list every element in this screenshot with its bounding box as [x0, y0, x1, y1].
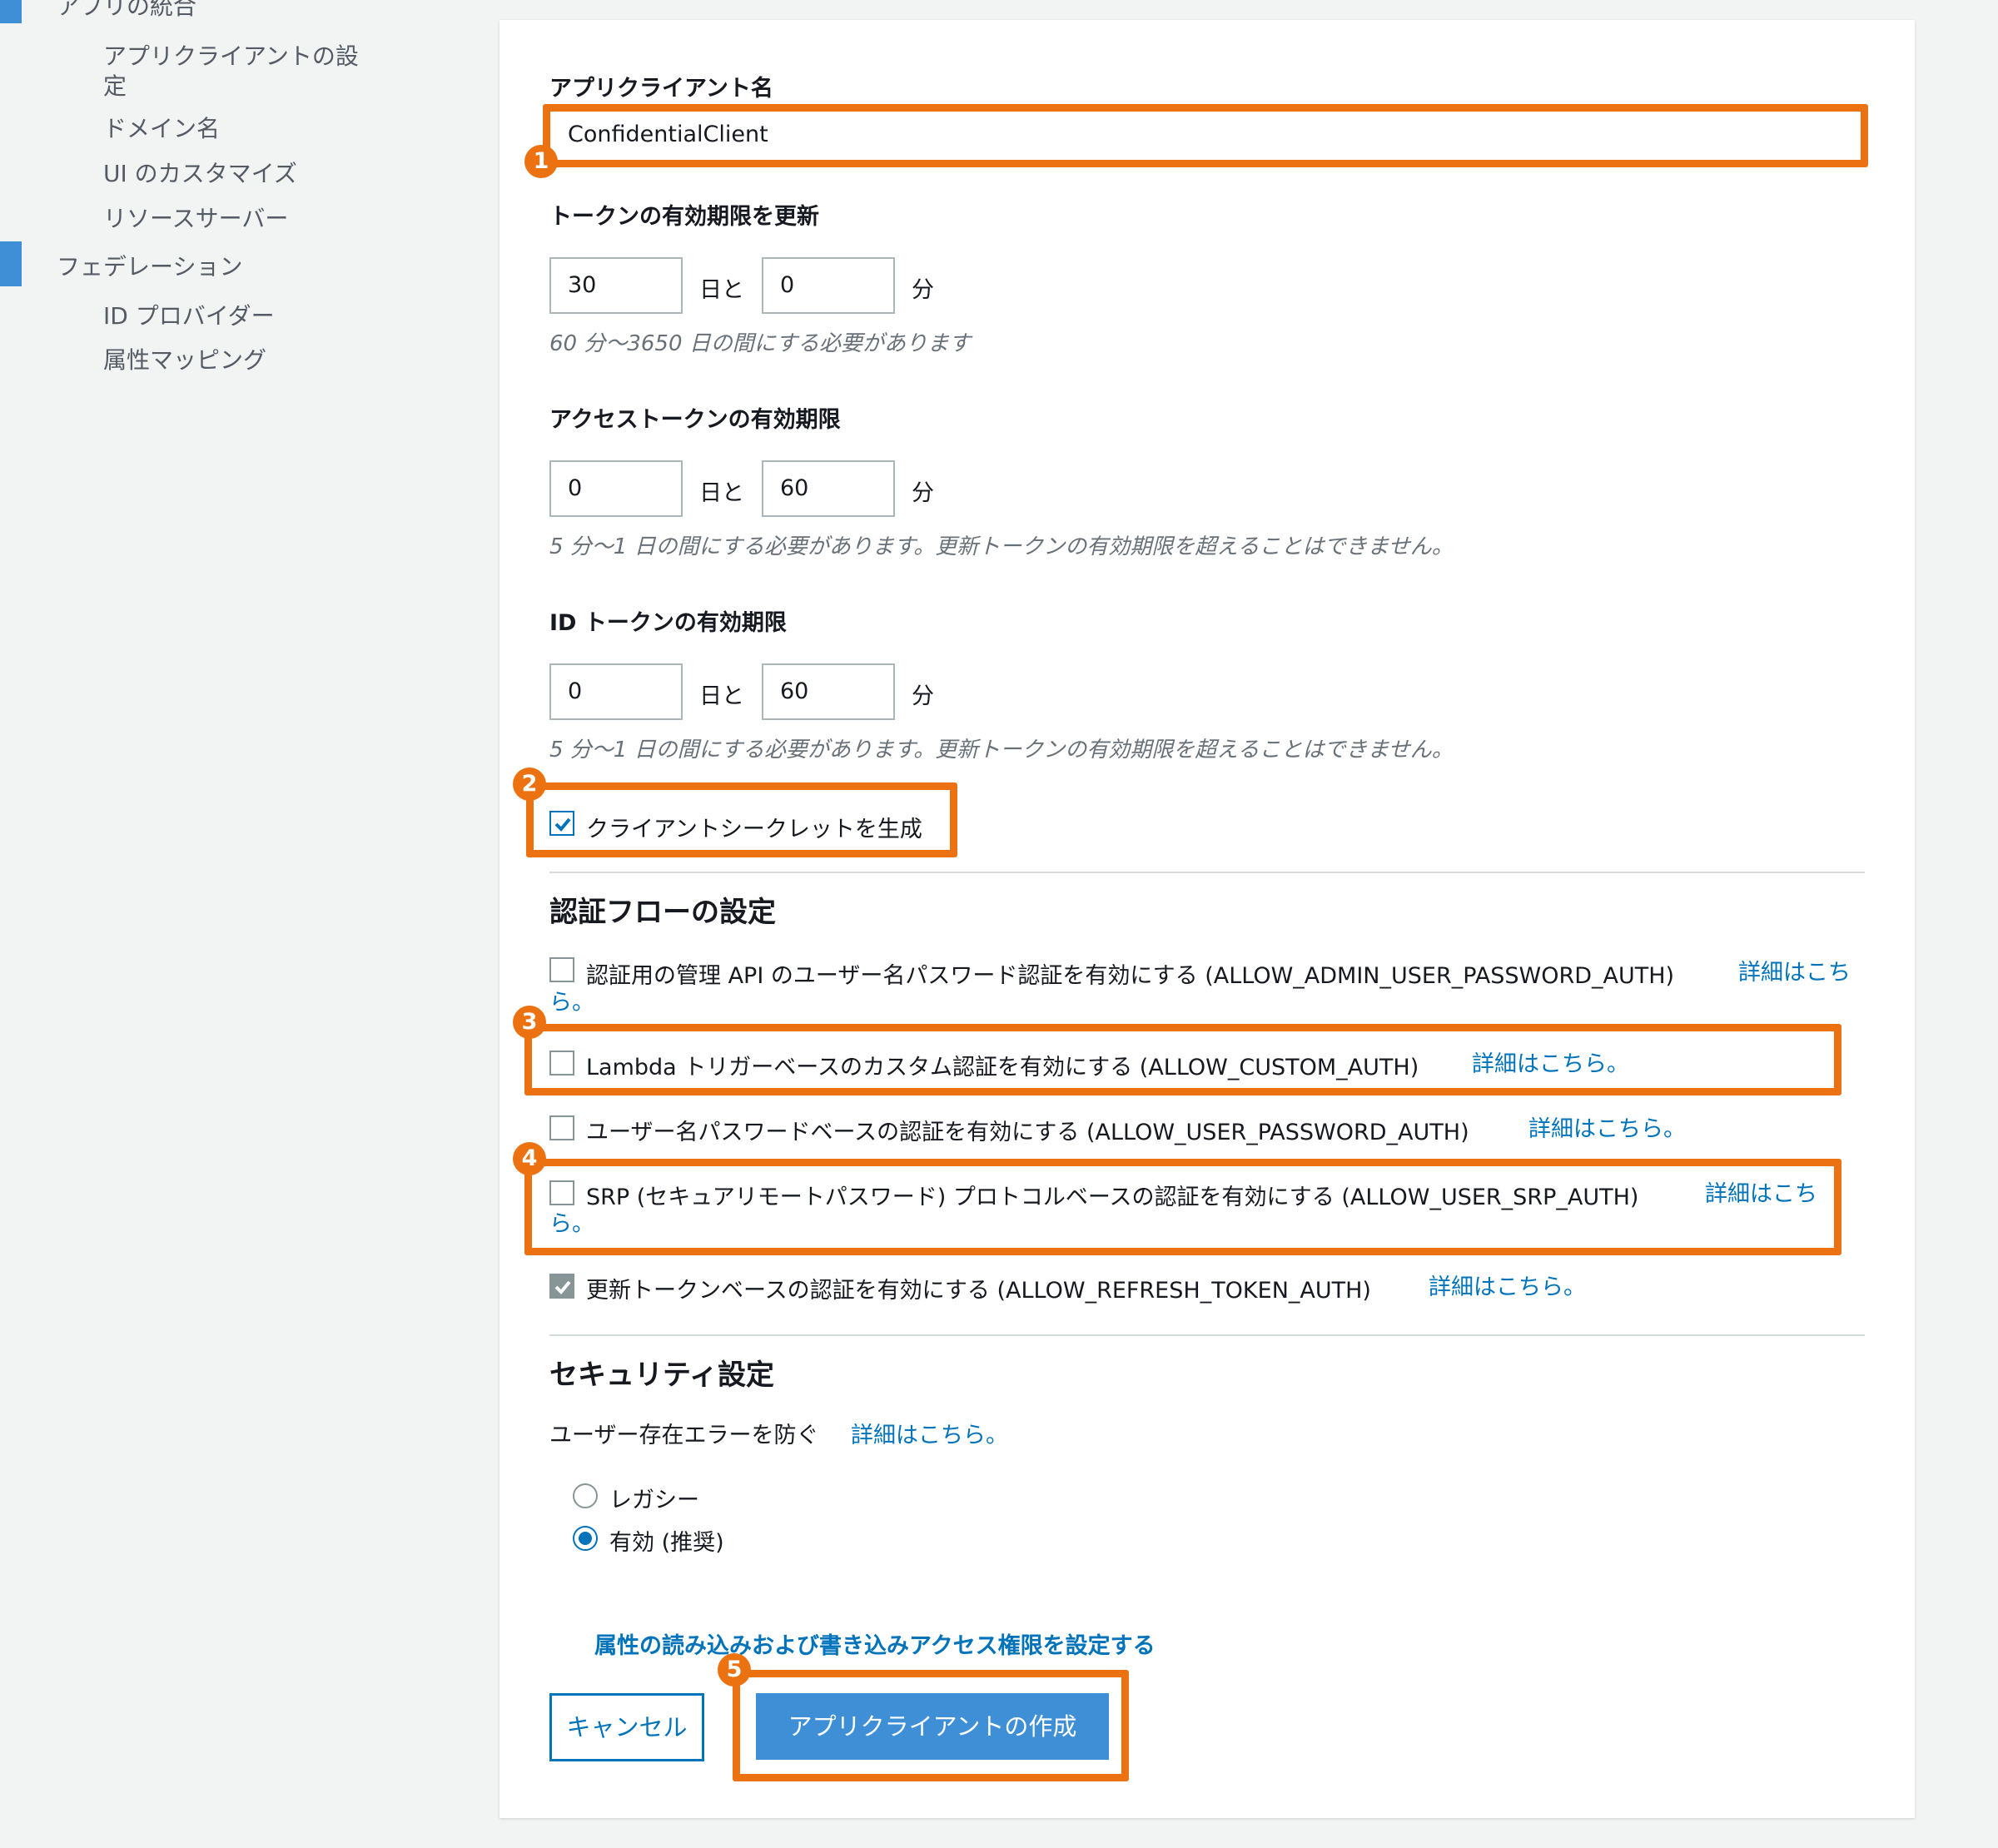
auth-flow-heading: 認証フローの設定 [549, 896, 776, 929]
access-days-unit: 日と [699, 480, 744, 506]
admin-auth-checkbox[interactable] [549, 957, 574, 982]
refresh-token-auth-learn-more-link[interactable]: 詳細はこちら。 [1429, 1269, 1586, 1301]
id-minutes-input[interactable]: 60 [762, 663, 895, 720]
attribute-permissions-link[interactable]: 属性の読み込みおよび書き込みアクセス権限を設定する [594, 1627, 1156, 1660]
sidebar-item-app-client-settings-wrap[interactable]: 定 [103, 72, 127, 102]
divider [549, 872, 1865, 873]
sidebar-item-resource-servers[interactable]: リソースサーバー [103, 204, 288, 234]
id-days-input[interactable]: 0 [549, 663, 683, 720]
admin-auth-learn-more-link-wrap[interactable]: ら。 [549, 984, 594, 1016]
sidebar-item-id-providers[interactable]: ID プロバイダー [103, 301, 275, 331]
prevent-user-existence-label: ユーザー存在エラーを防ぐ [549, 1423, 819, 1448]
sidebar-section-app[interactable]: アプリの統合 [57, 0, 196, 22]
checkmark-icon [554, 1280, 571, 1294]
step-badge-4: 4 [513, 1142, 546, 1175]
step-badge-3: 3 [513, 1006, 546, 1039]
refresh-days-input[interactable]: 30 [549, 257, 683, 314]
enabled-radio-label: 有効 (推奨) [609, 1530, 724, 1556]
access-token-label: アクセストークンの有効期限 [549, 407, 841, 433]
security-heading: セキュリティ設定 [549, 1359, 774, 1392]
sidebar-item-attribute-mapping[interactable]: 属性マッピング [103, 345, 266, 375]
refresh-token-auth-label: 更新トークンベースの認証を有効にする (ALLOW_REFRESH_TOKEN_… [586, 1278, 1371, 1304]
client-name-label: アプリクライアント名 [549, 76, 773, 102]
id-token-label: ID トークンの有効期限 [549, 610, 787, 636]
step-badge-2: 2 [513, 768, 546, 801]
admin-auth-learn-more-link[interactable]: 詳細はこち [1738, 954, 1851, 986]
user-password-auth-label: ユーザー名パスワードベースの認証を有効にする (ALLOW_USER_PASSW… [586, 1120, 1469, 1145]
highlight-box-5 [733, 1670, 1129, 1781]
sidebar-item-app-client-settings[interactable]: アプリクライアントの設 [103, 42, 359, 72]
legacy-radio-label: レガシー [609, 1488, 699, 1513]
enabled-radio[interactable] [573, 1526, 598, 1551]
admin-auth-label: 認証用の管理 API のユーザー名パスワード認証を有効にする (ALLOW_AD… [586, 963, 1675, 989]
step-badge-5: 5 [718, 1653, 751, 1687]
sidebar-item-domain-name[interactable]: ドメイン名 [103, 114, 220, 144]
refresh-days-unit: 日と [699, 277, 744, 303]
security-learn-more-link[interactable]: 詳細はこちら。 [851, 1417, 1008, 1449]
id-hint: 5 分〜1 日の間にする必要があります。更新トークンの有効期限を超えることはでき… [549, 738, 1454, 763]
sidebar-accent-federation [0, 241, 22, 286]
sidebar-section-federation[interactable]: フェデレーション [57, 249, 242, 282]
refresh-token-label: トークンの有効期限を更新 [549, 204, 819, 230]
access-days-input[interactable]: 0 [549, 460, 683, 517]
sidebar-item-ui-customize[interactable]: UI のカスタマイズ [103, 159, 297, 189]
highlight-box-3 [524, 1024, 1841, 1095]
refresh-minutes-input[interactable]: 0 [762, 257, 895, 314]
user-password-auth-checkbox[interactable] [549, 1115, 574, 1140]
refresh-token-auth-checkbox [549, 1274, 574, 1299]
refresh-minutes-unit: 分 [912, 277, 934, 303]
refresh-hint: 60 分〜3650 日の間にする必要があります [549, 331, 972, 356]
step-badge-1: 1 [524, 145, 558, 178]
cancel-button[interactable]: キャンセル [549, 1693, 704, 1761]
id-days-unit: 日と [699, 683, 744, 709]
sidebar: アプリの統合 アプリクライアントの設 定 ドメイン名 UI のカスタマイズ リソ… [0, 0, 466, 1848]
id-minutes-unit: 分 [912, 683, 934, 709]
access-hint: 5 分〜1 日の間にする必要があります。更新トークンの有効期限を超えることはでき… [549, 534, 1454, 559]
divider [549, 1334, 1865, 1336]
highlight-box-2 [526, 782, 957, 857]
legacy-radio[interactable] [573, 1483, 598, 1508]
access-minutes-unit: 分 [912, 480, 934, 506]
access-minutes-input[interactable]: 60 [762, 460, 895, 517]
highlight-box-4 [524, 1159, 1841, 1255]
user-password-auth-learn-more-link[interactable]: 詳細はこちら。 [1528, 1110, 1686, 1143]
sidebar-accent-app [0, 0, 22, 23]
highlight-box-1 [543, 104, 1868, 167]
